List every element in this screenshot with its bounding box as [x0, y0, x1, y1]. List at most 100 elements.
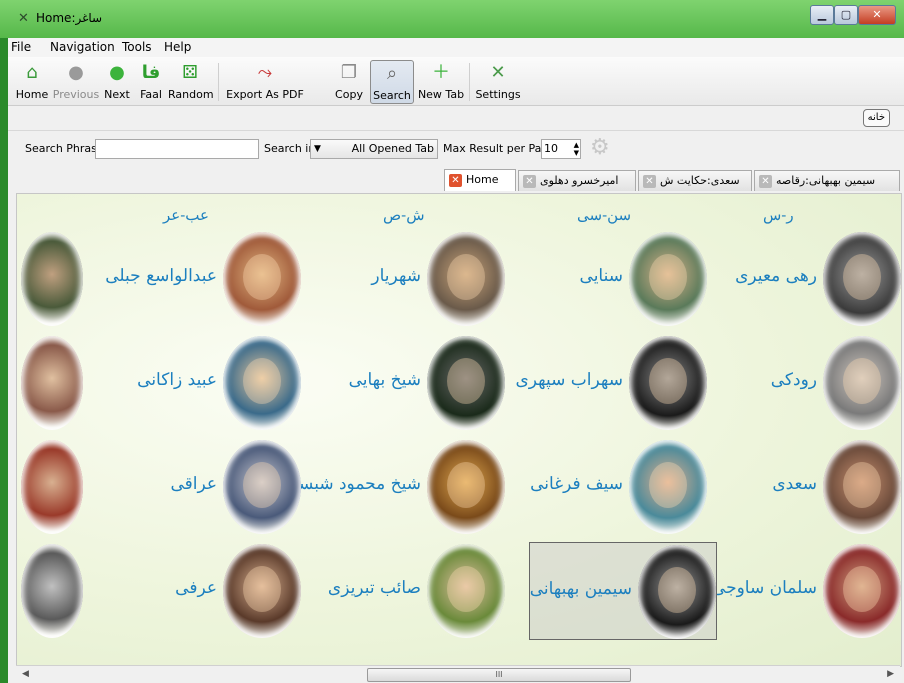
poet-saeb-tabrizi[interactable]: صائب تبریزی — [305, 542, 505, 640]
poet-portrait — [427, 440, 505, 534]
home-button[interactable]: ⌂ Home — [14, 60, 50, 104]
search-phrase-input[interactable] — [95, 139, 259, 159]
poet-shahriar[interactable]: شهریار — [305, 230, 505, 328]
settings-button[interactable]: ✕ Settings — [475, 60, 521, 104]
poet-portrait — [427, 232, 505, 326]
tab-close-icon[interactable]: ✕ — [643, 174, 656, 188]
menu-bar: File Navigation Tools Help — [8, 38, 904, 57]
poet-sanai[interactable]: سنایی — [507, 230, 707, 328]
search-button[interactable]: ⌕ Search — [370, 60, 414, 104]
navigation-bar: خانه — [8, 106, 904, 131]
poet-portrait-edge — [21, 232, 83, 326]
random-button[interactable]: ⚄ Random — [168, 60, 214, 104]
search-bar: Search Phrase Search in ▼ All Opened Tab… — [8, 131, 904, 168]
tab-saadi-story[interactable]: ✕ سعدی:حکایت ش — [638, 170, 752, 191]
tab-bar: ✕ Home ✕ امیرخسرو دهلوی ✕ سعدی:حکایت ش ✕ سیم… — [8, 167, 904, 191]
menu-help[interactable]: Help — [164, 40, 191, 54]
poet-salman-savoji[interactable]: سلمان ساوجی — [701, 542, 901, 640]
previous-icon: ● — [68, 62, 84, 83]
copy-button[interactable]: ❐ Copy — [332, 60, 366, 104]
tab-close-icon[interactable]: ✕ — [449, 173, 462, 187]
poet-portrait — [629, 336, 707, 430]
menu-navigation[interactable]: Navigation — [50, 40, 115, 54]
copy-icon: ❐ — [340, 62, 358, 83]
export-pdf-icon: ⤳ — [257, 62, 273, 83]
tab-amir-khosrow[interactable]: ✕ امیرخسرو دهلوی — [518, 170, 636, 191]
maximize-button[interactable]: ▢ — [834, 5, 858, 25]
new-tab-button[interactable]: ＋ New Tab — [417, 60, 465, 104]
column-header-ab-ar: عب-عر — [163, 206, 209, 224]
minimize-button[interactable]: ▁ — [810, 5, 834, 25]
column-header-r-s: ر-س — [763, 206, 794, 224]
app-icon: ✕ — [18, 11, 29, 26]
poet-portrait — [823, 440, 901, 534]
close-button[interactable]: ✕ — [858, 5, 896, 25]
poet-portrait — [629, 232, 707, 326]
poet-obeid-zakani[interactable]: عبید زاکانی — [101, 334, 301, 432]
loading-gear-icon: ⚙ — [590, 135, 610, 160]
spin-arrows-icon[interactable]: ▲ ▼ — [574, 141, 579, 157]
max-result-spinbox[interactable]: 10 ▲ ▼ — [541, 139, 581, 159]
export-pdf-button[interactable]: ⤳ Export As PDF — [222, 60, 308, 104]
app-window: ✕ Home:ساغر ▁ ▢ ✕ File Navigation Tools … — [0, 0, 904, 683]
column-header-sn-si: سن-سی — [577, 206, 632, 224]
search-in-label: Search in — [264, 142, 316, 155]
poet-saadi[interactable]: سعدی — [701, 438, 901, 536]
menu-file[interactable]: File — [11, 40, 31, 54]
search-in-select[interactable]: ▼ All Opened Tab — [310, 139, 438, 159]
poet-portrait — [629, 440, 707, 534]
poet-seyf-farghani[interactable]: سیف فرغانی — [507, 438, 707, 536]
faal-icon: فا — [141, 62, 161, 83]
home-shortcut-button[interactable]: خانه — [862, 109, 890, 127]
poet-grid: ر-س سن-سی ش-ص عب-عر رهی معیری سنایی شهری… — [16, 193, 902, 667]
menu-tools[interactable]: Tools — [122, 40, 152, 54]
poet-portrait — [823, 544, 901, 638]
poet-portrait — [223, 440, 301, 534]
scrollbar-thumb[interactable]: III — [367, 668, 631, 682]
next-icon: ● — [109, 62, 125, 83]
chevron-down-icon: ▼ — [314, 144, 321, 154]
tab-close-icon[interactable]: ✕ — [523, 174, 536, 188]
new-tab-icon: ＋ — [432, 62, 450, 83]
poet-portrait — [823, 336, 901, 430]
poet-portrait-edge — [21, 544, 83, 638]
poet-portrait — [223, 544, 301, 638]
toolbar-separator — [469, 63, 470, 101]
poet-sheikh-bahai[interactable]: شیخ بهایی — [305, 334, 505, 432]
window-title: Home:ساغر — [36, 11, 103, 25]
poet-portrait — [427, 336, 505, 430]
poet-simin-behbahani[interactable]: سیمین بهبهانی — [529, 542, 717, 640]
poet-portrait — [223, 232, 301, 326]
poet-portrait — [638, 545, 716, 639]
tab-home[interactable]: ✕ Home — [444, 169, 516, 191]
client-area: File Navigation Tools Help ⌂ Home ● Prev… — [8, 38, 904, 683]
poet-araghi[interactable]: عراقی — [101, 438, 301, 536]
tab-close-icon[interactable]: ✕ — [759, 174, 772, 188]
poet-portrait — [823, 232, 901, 326]
search-phrase-label: Search Phrase — [25, 142, 104, 155]
toolbar: ⌂ Home ● Previous ● Next فا Faal ⚄ Rando… — [8, 57, 904, 106]
search-icon: ⌕ — [386, 63, 398, 84]
poet-abdolvase-jabali[interactable]: عبدالواسع جبلی — [101, 230, 301, 328]
title-bar: ✕ Home:ساغر ▁ ▢ ✕ — [0, 0, 904, 38]
faal-button[interactable]: فا Faal — [136, 60, 166, 104]
scroll-left-icon[interactable]: ◀ — [22, 669, 29, 679]
poet-portrait — [223, 336, 301, 430]
dice-icon: ⚄ — [182, 62, 198, 83]
tab-simin-raghaseh[interactable]: ✕ سیمین بهبهانی:رقاصه — [754, 170, 900, 191]
horizontal-scrollbar[interactable]: ◀ III ▶ — [16, 665, 900, 683]
max-result-label: Max Result per Page — [443, 142, 556, 155]
poet-sohrab-sepehri[interactable]: سهراب سپهری — [507, 334, 707, 432]
toolbar-separator — [218, 63, 219, 101]
previous-button[interactable]: ● Previous — [52, 60, 100, 104]
poet-portrait-edge — [21, 440, 83, 534]
column-header-sh-s: ش-ص — [383, 206, 425, 224]
poet-rudaki[interactable]: رودکی — [701, 334, 901, 432]
poet-portrait-edge — [21, 336, 83, 430]
scroll-right-icon[interactable]: ▶ — [887, 669, 894, 679]
poet-sheikh-mahmoud-shabestari[interactable]: شیخ محمود شبستری — [271, 438, 505, 536]
poet-orfi[interactable]: عرفی — [101, 542, 301, 640]
next-button[interactable]: ● Next — [101, 60, 133, 104]
settings-icon: ✕ — [490, 62, 506, 83]
poet-rahi-moayeri[interactable]: رهی معیری — [701, 230, 901, 328]
